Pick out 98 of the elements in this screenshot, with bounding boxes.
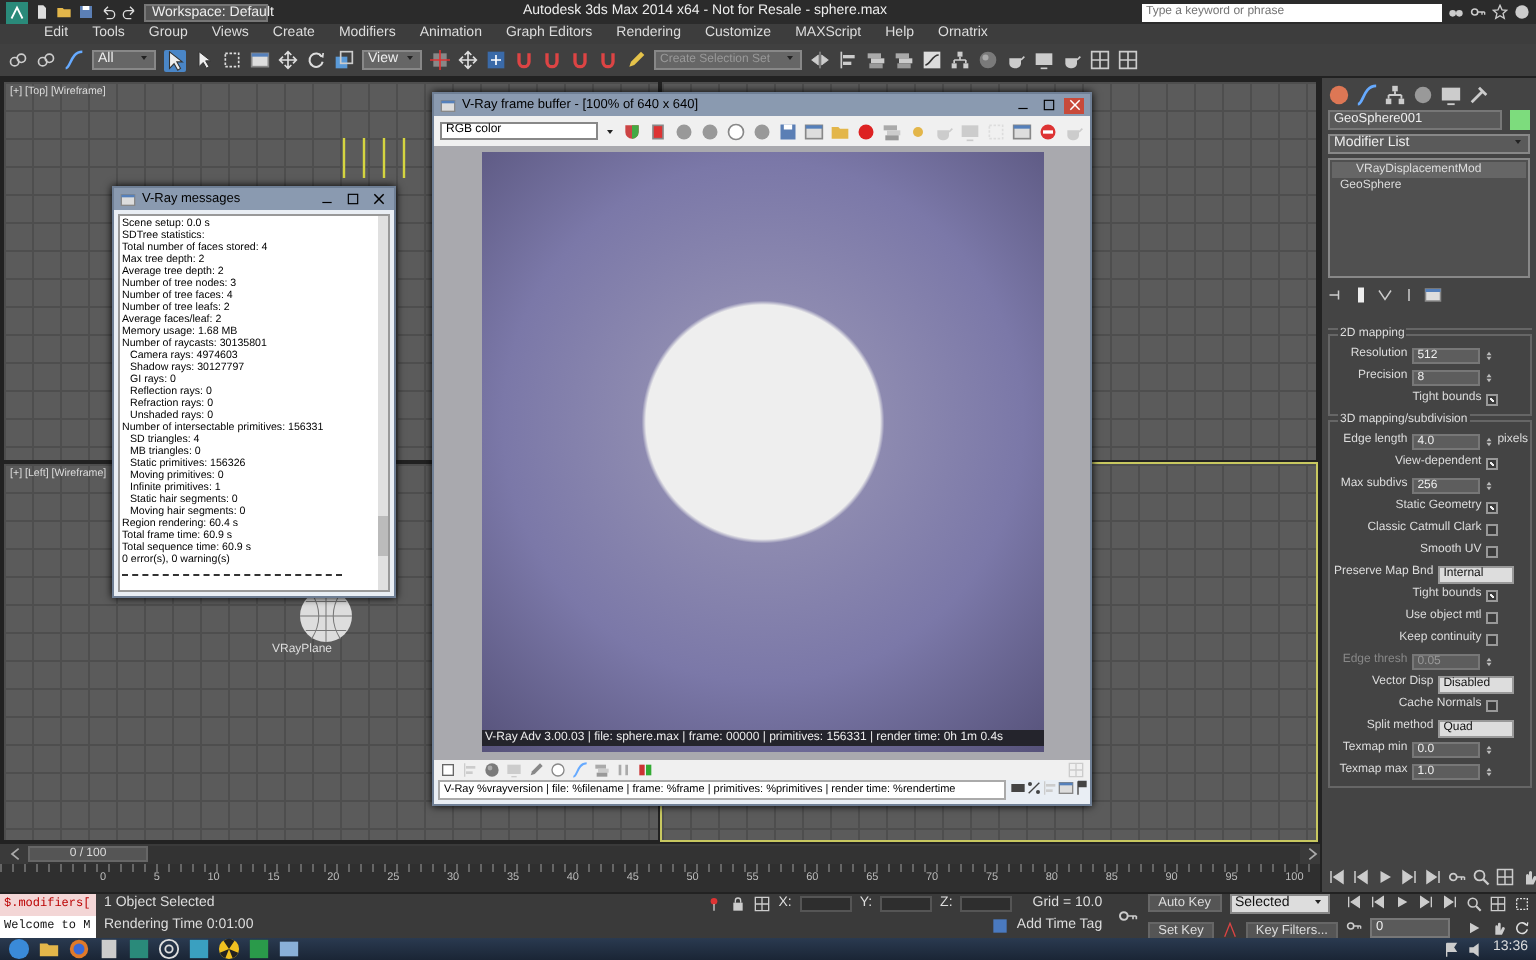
compare-icon[interactable] [638, 762, 654, 778]
app-tile-icon[interactable] [188, 938, 210, 960]
go-start-icon[interactable] [1328, 867, 1346, 885]
coordinate-field[interactable] [880, 896, 933, 913]
scale-icon[interactable] [334, 50, 354, 70]
start-orb-icon[interactable] [8, 938, 30, 960]
window-icon [440, 97, 456, 113]
caret-icon [1311, 895, 1323, 907]
layers-icon[interactable] [866, 50, 886, 70]
lock-icon[interactable] [730, 896, 747, 913]
document-icon[interactable] [98, 938, 120, 960]
close-icon [371, 191, 385, 205]
key-icon[interactable] [1116, 906, 1141, 926]
percent-icon[interactable] [1026, 780, 1042, 796]
spiral-icon[interactable] [158, 938, 180, 960]
next-frame-icon[interactable] [1418, 894, 1434, 910]
spinner-arrows-icon[interactable] [1483, 742, 1494, 758]
caret-icon [784, 52, 796, 64]
key-icon[interactable] [1470, 4, 1486, 20]
select-icon[interactable] [164, 49, 186, 71]
checkbox[interactable] [1485, 612, 1498, 624]
binoculars-icon[interactable] [1448, 4, 1464, 20]
spinner-arrows-icon[interactable] [1483, 654, 1494, 670]
color-swatch[interactable] [1510, 110, 1530, 130]
maximize-button[interactable] [1038, 97, 1058, 113]
grid-icon[interactable] [1090, 50, 1110, 70]
teapot-icon[interactable] [1062, 50, 1082, 70]
chain-icon[interactable] [36, 50, 56, 70]
globe-icon[interactable] [68, 938, 90, 960]
layers-icon[interactable] [894, 50, 914, 70]
caret-icon [404, 52, 417, 64]
select-by-name-icon[interactable] [194, 50, 214, 70]
ball-icon[interactable] [856, 121, 876, 141]
radiation-icon[interactable] [218, 938, 240, 960]
circle-icon[interactable] [550, 762, 566, 778]
checkbox[interactable] [1485, 394, 1498, 406]
star-icon[interactable] [1492, 4, 1508, 20]
spinner-arrows-icon[interactable] [1483, 370, 1494, 386]
pan-icon[interactable] [1490, 920, 1506, 936]
pan-icon[interactable] [1520, 867, 1536, 885]
caret-icon [138, 52, 150, 64]
go-start-icon[interactable] [1346, 894, 1362, 910]
curve-icon[interactable] [64, 50, 84, 70]
checkbox[interactable] [1485, 458, 1498, 470]
checkbox-icon[interactable] [440, 762, 456, 778]
arrow-right-icon[interactable] [1304, 846, 1320, 862]
flag-icon[interactable] [1074, 780, 1090, 796]
shield-icon[interactable] [622, 121, 642, 141]
checkbox[interactable] [1485, 502, 1498, 514]
close-button[interactable] [368, 191, 388, 207]
go-end-icon[interactable] [1442, 894, 1458, 910]
checkbox[interactable] [1485, 546, 1498, 558]
move-icon[interactable] [278, 50, 298, 70]
stop-icon[interactable] [1038, 121, 1058, 141]
coordinate-field[interactable] [960, 896, 1013, 913]
maximize-button[interactable] [342, 191, 362, 207]
checkbox[interactable] [1485, 700, 1498, 712]
help-icon[interactable] [1514, 4, 1530, 20]
close-button[interactable] [1064, 97, 1084, 113]
circle-icon[interactable] [726, 121, 746, 141]
move-icon[interactable] [458, 50, 478, 70]
pencil-icon[interactable] [626, 50, 646, 70]
maximize-icon [345, 191, 359, 205]
chain-icon[interactable] [8, 50, 28, 70]
mirror-icon[interactable] [810, 50, 830, 70]
rotate-icon[interactable] [306, 50, 326, 70]
spinner-arrows-icon[interactable] [1483, 348, 1494, 364]
grid-icon[interactable] [1496, 867, 1514, 885]
next-frame-icon[interactable] [1400, 867, 1418, 885]
redo-icon[interactable] [122, 4, 138, 20]
hierarchy-tab-icon[interactable] [1384, 83, 1406, 105]
close-icon [1067, 97, 1081, 111]
sphere-icon[interactable] [978, 50, 998, 70]
checkbox[interactable] [1485, 524, 1498, 536]
spreadsheet-icon[interactable] [248, 938, 270, 960]
go-end-icon[interactable] [1424, 867, 1442, 885]
app-tile-icon[interactable] [128, 938, 150, 960]
zoom-icon[interactable] [1466, 896, 1482, 912]
window-icon [120, 191, 136, 207]
arrow-left-icon[interactable] [8, 846, 24, 862]
spinner-arrows-icon[interactable] [1483, 478, 1494, 494]
checkbox[interactable] [1485, 634, 1498, 646]
app-logo-icon[interactable] [6, 1, 28, 23]
zoom-icon[interactable] [1472, 867, 1490, 885]
align-icon[interactable] [838, 50, 858, 70]
undo-icon[interactable] [100, 4, 116, 20]
folder-icon[interactable] [56, 4, 72, 20]
caret-icon [604, 125, 616, 137]
grid-icon[interactable] [1118, 50, 1138, 70]
caret-icon [1512, 136, 1524, 148]
maximize-icon [1041, 97, 1055, 111]
spinner-arrows-icon[interactable] [1483, 434, 1494, 450]
coordinate-field[interactable] [799, 896, 852, 913]
new-file-icon[interactable] [34, 4, 50, 20]
spinner-arrows-icon[interactable] [1483, 764, 1494, 780]
previous-frame-icon[interactable] [1370, 894, 1386, 910]
previous-frame-icon[interactable] [1352, 867, 1370, 885]
checkbox[interactable] [1485, 590, 1498, 602]
